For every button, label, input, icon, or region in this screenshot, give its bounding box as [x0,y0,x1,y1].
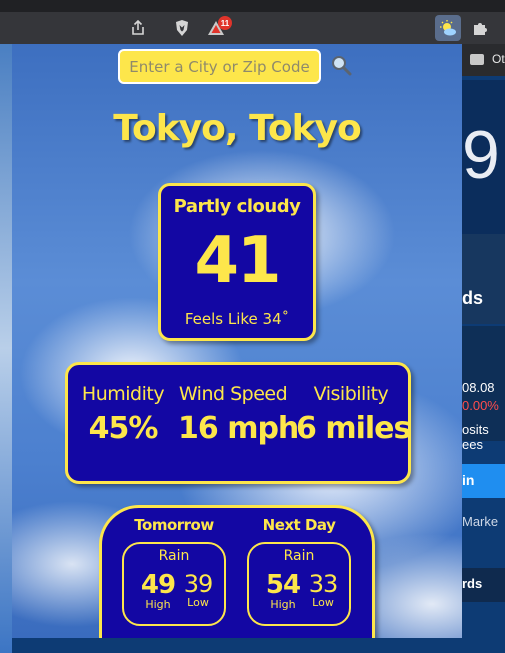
search-icon [332,56,352,76]
background-markets-link[interactable]: Marke [462,514,498,529]
city-search-input[interactable] [120,51,319,82]
forecast-condition: Rain [283,548,315,564]
current-conditions-card: Partly cloudy 41 Feels Like 34˚ [158,183,316,341]
rewards-count-badge: 11 [218,16,232,30]
visibility-value: 6 miles [296,411,411,446]
forecast-high-value: 49 [140,570,176,600]
background-stock-change: 0.00% [462,398,499,413]
wind-speed-stat: Wind Speed 16 mph [178,383,299,446]
weather-popup: Tokyo, Tokyo Partly cloudy 41 Feels Like… [12,44,462,638]
browser-tab-strip [0,0,505,12]
humidity-label: Humidity [81,383,165,405]
folder-icon[interactable] [470,54,484,65]
background-deposits-text: osits ees [462,422,489,452]
visibility-stat: Visibility 6 miles [296,383,411,446]
background-left-strip [0,44,12,653]
current-temperature: 41 [194,224,281,298]
wind-speed-label: Wind Speed [178,383,288,405]
wind-speed-value: 16 mph [178,411,299,446]
forecast-card: Tomorrow Rain 49 High 39 Low Next Day Ra… [99,505,375,638]
forecast-condition: Rain [158,548,190,564]
current-condition: Partly cloudy [173,196,301,217]
forecast-low: 39 Low [178,570,218,609]
weather-extension-icon[interactable] [435,15,461,41]
forecast-day-box: Rain 49 High 39 Low [122,542,226,626]
forecast-day-tomorrow: Tomorrow Rain 49 High 39 Low [114,516,234,626]
bookmark-label[interactable]: Ot [492,52,505,66]
forecast-day-box: Rain 54 High 33 Low [247,542,351,626]
background-join-button[interactable]: in [462,464,505,498]
background-section-label: ds [462,288,484,308]
background-section-panel [462,234,505,324]
humidity-value: 45% [88,411,159,446]
extensions-puzzle-icon[interactable] [470,18,490,38]
weather-stats-card: Humidity 45% Wind Speed 16 mph Visibilit… [65,362,411,484]
humidity-stat: Humidity 45% [68,383,178,446]
browser-toolbar [0,12,505,44]
forecast-high: 54 High [263,570,303,611]
visibility-label: Visibility [313,383,389,405]
forecast-low-value: 39 [183,570,214,598]
search-box [118,49,321,84]
background-big-number: 9 [462,117,500,193]
forecast-day-title: Tomorrow [134,516,214,534]
forecast-day-title: Next Day [262,516,336,534]
search-button[interactable] [328,52,354,78]
brave-shields-icon[interactable] [172,18,192,38]
forecast-high: 49 High [138,570,178,611]
forecast-low-value: 33 [308,570,339,598]
background-stock-value: 08.08 [462,380,495,395]
forecast-high-value: 54 [265,570,301,600]
background-deposits-line2: ees [462,437,483,452]
feels-like: Feels Like 34˚ [184,310,290,328]
background-deposits-line1: osits [462,422,489,437]
forecast-day-next: Next Day Rain 54 High 33 Low [239,516,359,626]
city-title: Tokyo, Tokyo [113,108,362,149]
share-icon[interactable] [128,18,148,38]
forecast-low: 33 Low [303,570,343,609]
background-cards-button[interactable]: rds [462,568,505,602]
